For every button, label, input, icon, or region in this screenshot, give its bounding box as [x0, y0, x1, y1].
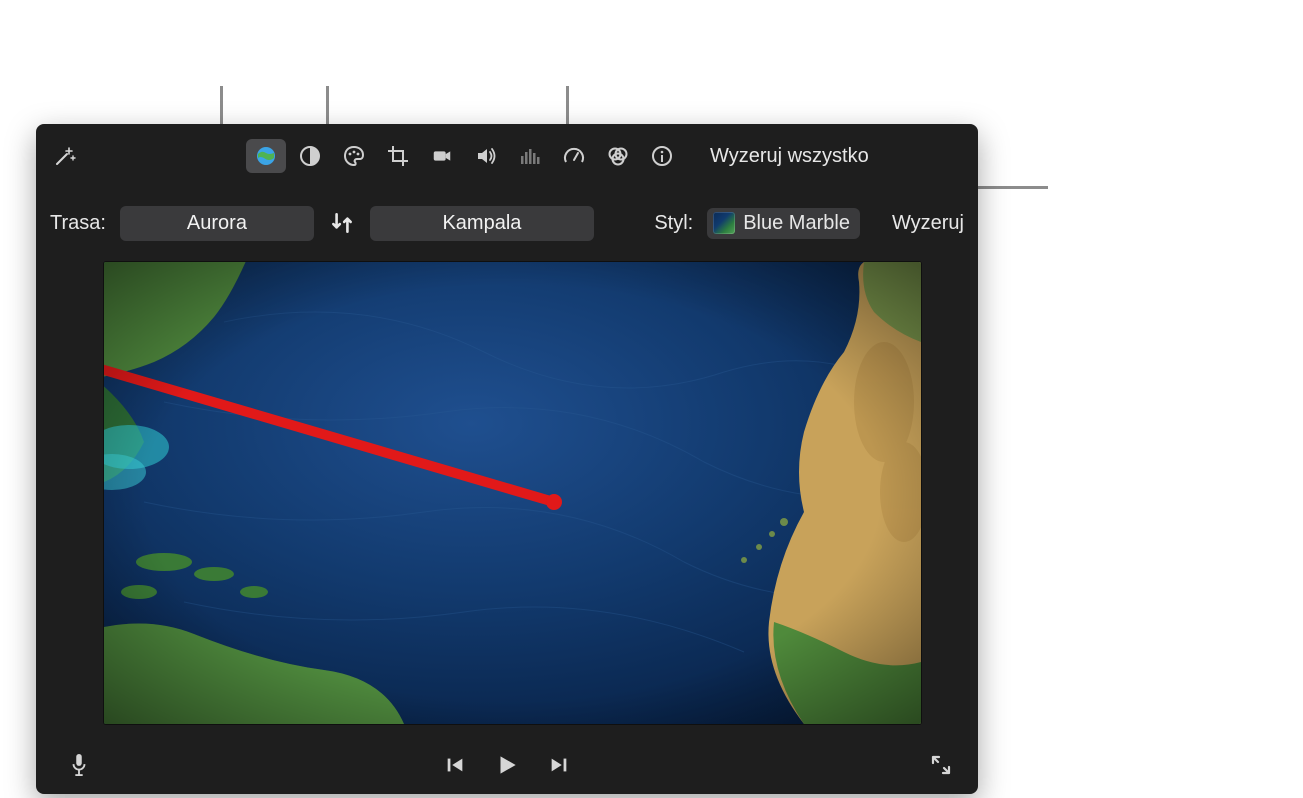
swap-icon: [329, 210, 355, 236]
style-value: Blue Marble: [743, 212, 850, 235]
enhance-button[interactable]: [50, 141, 80, 171]
microphone-icon: [68, 752, 90, 778]
route-style-bar: Trasa: Aurora Kampala Styl: Blue Marble …: [36, 202, 978, 244]
style-select[interactable]: Blue Marble: [707, 208, 860, 239]
next-button[interactable]: [544, 750, 574, 780]
swap-route-button[interactable]: [328, 209, 356, 237]
camera-icon: [431, 145, 453, 167]
style-thumbnail: [713, 212, 735, 234]
route-to-field[interactable]: Kampala: [370, 206, 594, 241]
palette-icon: [342, 144, 366, 168]
fullscreen-button[interactable]: [926, 750, 956, 780]
info-icon: [650, 144, 674, 168]
play-icon: [494, 752, 520, 778]
voiceover-button[interactable]: [64, 750, 94, 780]
top-toolbar: Wyzeruj wszystko: [36, 124, 978, 188]
globe-tab[interactable]: [246, 139, 286, 173]
globe-icon: [254, 144, 278, 168]
style-label: Styl:: [654, 212, 693, 235]
color-correction-tab[interactable]: [334, 139, 374, 173]
clip-filter-tab[interactable]: [598, 139, 638, 173]
previous-icon: [444, 754, 466, 776]
info-tab[interactable]: [642, 139, 682, 173]
crop-tab[interactable]: [378, 139, 418, 173]
noise-reduction-tab[interactable]: [510, 139, 550, 173]
toolbar-tabs: [246, 139, 682, 173]
speed-tab[interactable]: [554, 139, 594, 173]
volume-tab[interactable]: [466, 139, 506, 173]
playback-controls: [36, 736, 978, 794]
reset-all-button[interactable]: Wyzeruj wszystko: [710, 145, 869, 168]
reset-style-button[interactable]: Wyzeruj: [892, 212, 964, 235]
expand-icon: [929, 753, 953, 777]
speedometer-icon: [562, 144, 586, 168]
map-canvas: [104, 262, 921, 724]
contrast-icon: [298, 144, 322, 168]
route-from-field[interactable]: Aurora: [120, 206, 314, 241]
filters-icon: [606, 144, 630, 168]
equalizer-icon: [518, 144, 542, 168]
editor-panel: Wyzeruj wszystko Trasa: Aurora Kampala S…: [36, 124, 978, 794]
play-button[interactable]: [492, 750, 522, 780]
color-balance-tab[interactable]: [290, 139, 330, 173]
stabilization-tab[interactable]: [422, 139, 462, 173]
callout-line: [220, 86, 223, 126]
route-label: Trasa:: [50, 212, 106, 235]
next-icon: [548, 754, 570, 776]
previous-button[interactable]: [440, 750, 470, 780]
crop-icon: [386, 144, 410, 168]
magic-wand-icon: [53, 144, 77, 168]
map-preview: [104, 262, 921, 724]
volume-icon: [474, 144, 498, 168]
